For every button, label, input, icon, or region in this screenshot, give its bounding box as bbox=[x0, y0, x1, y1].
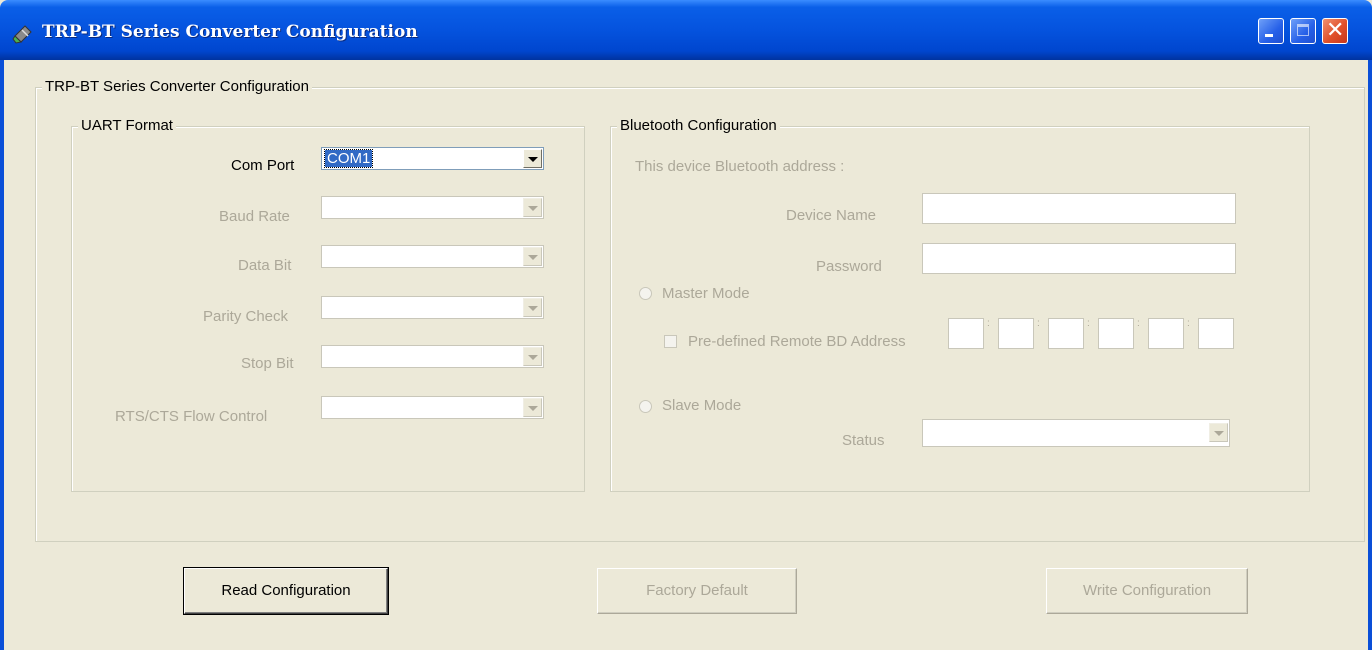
predefined-address-checkbox[interactable] bbox=[664, 335, 677, 348]
password-label: Password bbox=[816, 258, 882, 275]
bd-address-byte-1[interactable] bbox=[948, 318, 984, 349]
data-bit-label: Data Bit bbox=[238, 257, 292, 274]
password-field[interactable] bbox=[922, 243, 1236, 274]
bd-address-byte-5[interactable] bbox=[1148, 318, 1184, 349]
factory-default-button[interactable]: Factory Default bbox=[597, 568, 797, 614]
stop-bit-label: Stop Bit bbox=[241, 355, 294, 372]
write-configuration-button[interactable]: Write Configuration bbox=[1046, 568, 1248, 614]
main-group-legend: TRP-BT Series Converter Configuration bbox=[42, 78, 312, 96]
bd-address-byte-4[interactable] bbox=[1098, 318, 1134, 349]
close-icon: ✕ bbox=[1326, 18, 1345, 43]
window-frame-right bbox=[1368, 60, 1372, 650]
minimize-icon bbox=[1265, 34, 1273, 37]
app-icon bbox=[12, 22, 34, 44]
parity-check-label: Parity Check bbox=[203, 308, 289, 325]
bluetooth-group-legend: Bluetooth Configuration bbox=[617, 117, 780, 135]
bd-address-separator: : bbox=[1187, 318, 1190, 329]
dropdown-arrow-icon[interactable] bbox=[1209, 423, 1228, 442]
minimize-button[interactable] bbox=[1258, 18, 1284, 44]
dropdown-arrow-icon[interactable] bbox=[523, 247, 542, 266]
predefined-address-label: Pre-defined Remote BD Address bbox=[688, 333, 906, 350]
bd-address-byte-2[interactable] bbox=[998, 318, 1034, 349]
rts-cts-select[interactable] bbox=[321, 396, 544, 419]
com-port-label: Com Port bbox=[231, 157, 295, 174]
parity-check-select[interactable] bbox=[321, 296, 544, 319]
master-mode-label: Master Mode bbox=[662, 285, 750, 302]
device-name-label: Device Name bbox=[786, 207, 877, 224]
window-title: TRP-BT Series Converter Configuration bbox=[42, 22, 418, 42]
status-select[interactable] bbox=[922, 419, 1230, 447]
maximize-icon bbox=[1297, 24, 1309, 36]
read-configuration-button[interactable]: Read Configuration bbox=[183, 567, 389, 615]
data-bit-select[interactable] bbox=[321, 245, 544, 268]
bd-address-byte-3[interactable] bbox=[1048, 318, 1084, 349]
dropdown-arrow-icon[interactable] bbox=[523, 198, 542, 217]
bt-address-label: This device Bluetooth address : bbox=[635, 158, 845, 175]
bd-address-byte-6[interactable] bbox=[1198, 318, 1234, 349]
maximize-button[interactable] bbox=[1290, 18, 1316, 44]
bd-address-separator: : bbox=[1137, 318, 1140, 329]
dropdown-arrow-icon[interactable] bbox=[523, 398, 542, 417]
slave-mode-radio[interactable] bbox=[639, 400, 652, 413]
baud-rate-select[interactable] bbox=[321, 196, 544, 219]
window-frame-left bbox=[0, 60, 4, 650]
baud-rate-label: Baud Rate bbox=[219, 208, 290, 225]
bd-address-separator: : bbox=[1087, 318, 1090, 329]
com-port-value: COM1 bbox=[323, 149, 374, 168]
slave-mode-label: Slave Mode bbox=[662, 397, 742, 414]
title-bar[interactable]: TRP-BT Series Converter Configuration ✕ bbox=[0, 0, 1372, 60]
com-port-select[interactable]: COM1 bbox=[321, 147, 544, 170]
master-mode-radio[interactable] bbox=[639, 287, 652, 300]
rts-cts-label: RTS/CTS Flow Control bbox=[115, 408, 268, 425]
bd-address-separator: : bbox=[987, 318, 990, 329]
uart-group-legend: UART Format bbox=[78, 117, 176, 135]
status-label: Status bbox=[842, 432, 885, 449]
bd-address-separator: : bbox=[1037, 318, 1040, 329]
dropdown-arrow-icon[interactable] bbox=[523, 298, 542, 317]
device-name-field[interactable] bbox=[922, 193, 1236, 224]
dropdown-arrow-icon[interactable] bbox=[523, 149, 542, 168]
stop-bit-select[interactable] bbox=[321, 345, 544, 368]
close-button[interactable]: ✕ bbox=[1322, 18, 1348, 44]
dropdown-arrow-icon[interactable] bbox=[523, 347, 542, 366]
